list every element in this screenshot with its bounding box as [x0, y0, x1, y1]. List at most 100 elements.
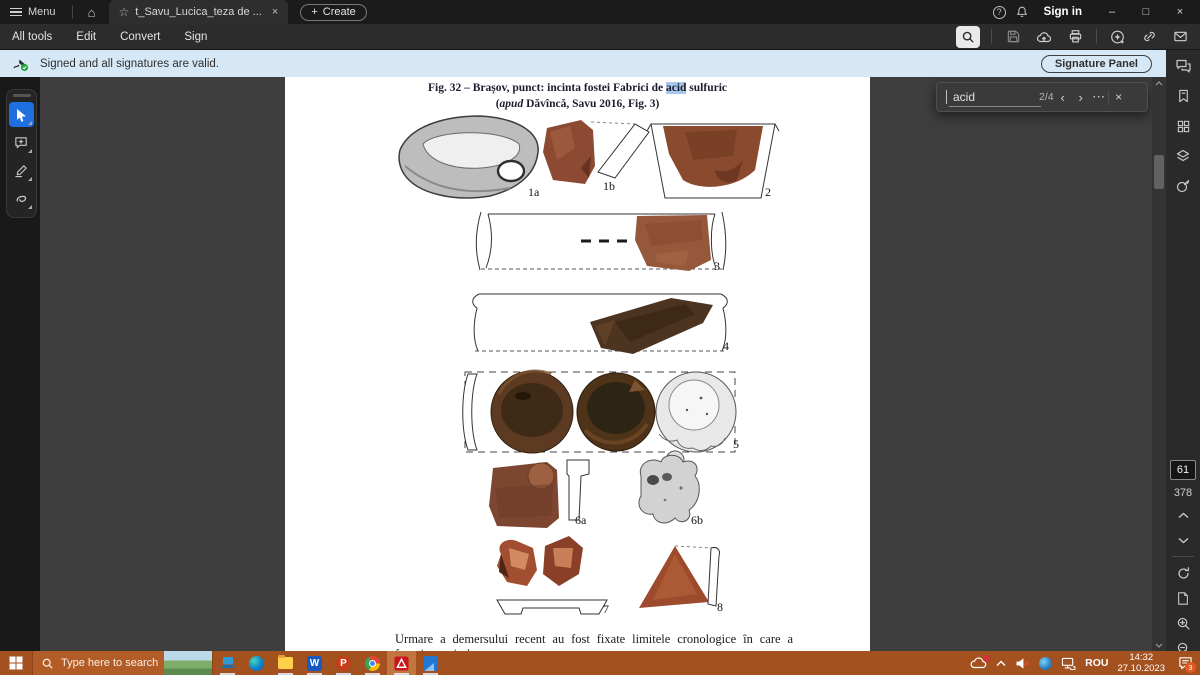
signature-status-text: Signed and all signatures are valid. [40, 58, 219, 70]
search-tool-button[interactable] [956, 26, 980, 48]
taskbar-app-explorer[interactable] [271, 651, 300, 675]
taskbar-app-acrobat[interactable] [387, 651, 416, 675]
signatures-panel-button[interactable] [1174, 177, 1192, 195]
select-tool-button[interactable] [9, 102, 34, 127]
photos-icon [423, 656, 438, 671]
find-close-button[interactable]: × [1109, 90, 1129, 104]
taskbar-clock[interactable]: 14:32 27.10.2023 [1117, 652, 1165, 674]
svg-text:6b: 6b [691, 513, 703, 527]
page-thumbnails-button[interactable] [1174, 117, 1192, 135]
notifications-button[interactable] [1012, 2, 1032, 22]
highlight-tool-button[interactable] [9, 158, 34, 183]
help-button[interactable]: ? [993, 6, 1006, 19]
tray-app-icon[interactable] [1039, 657, 1052, 670]
toolbar-item-all-tools[interactable]: All tools [12, 31, 52, 43]
tray-expand-button[interactable] [996, 660, 1006, 667]
page-number-input[interactable]: 61 [1170, 460, 1196, 480]
email-button[interactable] [1170, 27, 1190, 47]
sherd-8: 8 [639, 546, 723, 614]
scrollbar-track[interactable] [1152, 77, 1166, 651]
link-icon [1142, 29, 1157, 44]
search-highlight-thumbnail[interactable] [164, 651, 212, 675]
network-icon [1061, 657, 1076, 670]
scrollbar-thumb[interactable] [1154, 155, 1164, 189]
search-highlight: acid [666, 82, 686, 94]
tab-close-icon[interactable]: × [272, 6, 278, 18]
figure-caption-line1: Fig. 32 – Brașov, punct: incinta fostei … [285, 81, 870, 97]
minimize-button[interactable]: – [1098, 0, 1126, 24]
document-tab[interactable]: ☆ t_Savu_Lucica_teza de ... × [109, 0, 289, 24]
link-button[interactable] [1139, 27, 1159, 47]
maximize-button[interactable]: □ [1132, 0, 1160, 24]
draw-tool-button[interactable] [9, 186, 34, 211]
word-icon: W [307, 656, 322, 671]
taskbar-app-chrome[interactable] [358, 651, 387, 675]
divider [991, 29, 992, 44]
taskbar-app-photos[interactable] [416, 651, 445, 675]
star-icon[interactable]: ☆ [119, 5, 130, 19]
sign-in-button[interactable]: Sign in [1044, 6, 1082, 18]
network-tray-button[interactable] [1061, 657, 1076, 670]
find-more-button[interactable]: ⋯ [1090, 89, 1108, 105]
previous-page-button[interactable] [1174, 506, 1192, 524]
sherds-7: 7 [497, 536, 609, 616]
search-placeholder: Type here to search [61, 657, 158, 669]
drag-handle[interactable] [13, 94, 31, 97]
action-center-button[interactable]: 3 [1174, 651, 1196, 675]
menu-button[interactable]: Menu [0, 0, 66, 24]
close-button[interactable]: × [1166, 0, 1194, 24]
bookmarks-panel-button[interactable] [1174, 87, 1192, 105]
onedrive-tray-button[interactable] [970, 657, 987, 669]
taskbar-search-box[interactable]: Type here to search [32, 651, 213, 675]
share-upload-button[interactable] [1034, 27, 1054, 47]
ai-assistant-button[interactable] [1108, 27, 1128, 47]
zoom-in-icon [1176, 616, 1191, 631]
cloud-upload-icon [1036, 29, 1052, 45]
sherd-1b: 1b [543, 120, 649, 193]
comments-panel-button[interactable] [1174, 57, 1192, 75]
menu-icon [10, 8, 22, 17]
clock-date: 27.10.2023 [1117, 663, 1165, 674]
search-icon [41, 657, 54, 670]
text-caret [946, 90, 947, 104]
print-button[interactable] [1065, 27, 1085, 47]
language-indicator[interactable]: ROU [1085, 657, 1108, 669]
create-button[interactable]: + Create [300, 4, 366, 21]
taskbar-app-edge[interactable] [242, 651, 271, 675]
chevron-up-icon [996, 660, 1006, 667]
taskbar-app-device[interactable] [213, 651, 242, 675]
signature-panel-button[interactable]: Signature Panel [1041, 55, 1152, 73]
page-fit-button[interactable] [1174, 589, 1192, 607]
pdf-page: Fig. 32 – Brașov, punct: incinta fostei … [285, 77, 870, 651]
toolbar-item-convert[interactable]: Convert [120, 31, 160, 43]
next-page-button[interactable] [1174, 531, 1192, 549]
start-button[interactable] [0, 651, 32, 675]
volume-muted-button[interactable] [1015, 657, 1030, 670]
rotate-page-button[interactable] [1174, 564, 1192, 582]
find-previous-button[interactable]: ‹ [1054, 90, 1072, 105]
zoom-in-button[interactable] [1174, 614, 1192, 632]
layers-panel-button[interactable] [1174, 147, 1192, 165]
email-icon [1173, 29, 1188, 44]
taskbar-app-word[interactable]: W [300, 651, 329, 675]
sherd-3: 3 [476, 212, 726, 273]
find-input[interactable]: acid [953, 90, 1037, 104]
onedrive-alert-badge [983, 655, 990, 662]
taskbar-app-powerpoint[interactable]: P [329, 651, 358, 675]
body-paragraph: Urmare a demersului recent au fost fixat… [395, 632, 793, 651]
toolbar-item-sign[interactable]: Sign [184, 31, 207, 43]
comment-tool-button[interactable] [9, 130, 34, 155]
add-comment-icon [14, 135, 29, 150]
scroll-up-button[interactable] [1152, 77, 1166, 89]
divider [1172, 556, 1194, 557]
sherd-6a: 6a [489, 460, 589, 528]
scroll-down-button[interactable] [1152, 639, 1166, 651]
find-next-button[interactable]: › [1072, 90, 1090, 105]
acrobat-icon [394, 656, 409, 671]
toolbar-item-edit[interactable]: Edit [76, 31, 96, 43]
plus-icon: + [311, 6, 317, 18]
svg-text:5: 5 [733, 437, 739, 451]
home-button[interactable]: ⌂ [79, 0, 105, 24]
figure-32-plate: 1a 1b 2 [285, 108, 870, 620]
save-button[interactable] [1003, 27, 1023, 47]
